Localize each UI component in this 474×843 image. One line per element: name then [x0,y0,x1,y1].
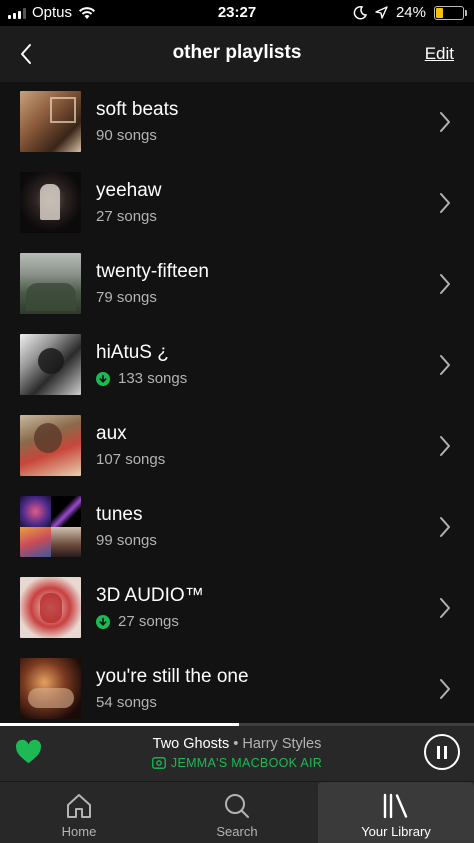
playlist-title: hiAtuS ¿ [96,342,169,363]
track-separator: • [229,736,243,752]
chevron-right-icon [440,436,450,456]
song-count-label: 99 songs [96,532,157,549]
tab-your-library[interactable]: Your Library [318,782,474,843]
list-item[interactable]: you're still the one 54 songs [0,649,474,730]
list-item[interactable]: 3D AUDIO™ 27 songs [0,568,474,649]
playlist-cover [20,415,81,476]
playlist-song-count: 27 songs [96,613,179,630]
playlist-song-count: 99 songs [96,532,157,549]
chevron-right-icon [440,355,450,375]
playlist-list: soft beats 90 songs yeehaw 27 songs twen… [0,82,474,730]
device-name: JEMMA'S MACBOOK AIR [170,756,323,770]
playlist-cover [20,172,81,233]
song-count-label: 54 songs [96,694,157,711]
status-bar: Optus 23:27 24% [0,0,474,26]
song-count-label: 90 songs [96,127,157,144]
playlist-title: you're still the one [96,666,249,687]
downloaded-icon [96,614,110,629]
playlist-cover [20,334,81,395]
chevron-right-icon [440,274,450,294]
moon-icon [353,5,367,19]
playlist-song-count: 79 songs [96,289,157,306]
track-artist: Harry Styles [242,736,322,752]
now-playing-bar[interactable]: Two Ghosts • Harry Styles JEMMA'S MACBOO… [0,726,474,781]
battery-icon [434,5,467,20]
playlist-title: tunes [96,504,143,525]
tab-label: Your Library [361,824,431,839]
chevron-right-icon [440,112,450,132]
playlist-title: yeehaw [96,180,162,201]
library-icon [383,793,408,819]
playlist-title: twenty-fifteen [96,261,209,282]
status-right: 24% [353,4,467,21]
playlist-song-count: 27 songs [96,208,157,225]
battery-percent: 24% [395,4,426,21]
nav-bar: other playlists Edit [0,26,474,82]
list-item[interactable]: aux 107 songs [0,406,474,487]
playlist-song-count: 54 songs [96,694,157,711]
chevron-right-icon [440,679,450,699]
tab-label: Search [216,824,258,839]
song-count-label: 107 songs [96,451,166,468]
tab-search[interactable]: Search [158,782,316,843]
home-icon [67,794,91,818]
playlist-title: soft beats [96,99,179,120]
playlist-title: 3D AUDIO™ [96,585,204,606]
pause-icon [437,745,440,759]
speaker-icon [152,757,166,769]
pause-button[interactable] [424,734,460,770]
list-item[interactable]: yeehaw 27 songs [0,163,474,244]
song-count-label: 27 songs [118,613,179,630]
playlist-cover [20,658,81,719]
connected-device[interactable]: JEMMA'S MACBOOK AIR [0,756,474,770]
battery-level [436,7,443,18]
location-icon [375,6,388,19]
playlist-cover [20,91,81,152]
song-count-label: 133 songs [118,370,188,387]
playlist-song-count: 107 songs [96,451,165,468]
list-item[interactable]: soft beats 90 songs [0,82,474,163]
tab-bar: Home Search Your Library [0,781,474,843]
search-icon [225,794,249,818]
playlist-title: aux [96,423,127,444]
playlist-cover [20,496,81,557]
list-item[interactable]: twenty-fifteen 79 songs [0,244,474,325]
now-playing-track-info: Two Ghosts • Harry Styles [0,736,474,752]
track-title: Two Ghosts [152,736,230,752]
playlist-cover [20,253,81,314]
chevron-right-icon [440,193,450,213]
song-count-label: 79 songs [96,289,157,306]
list-item[interactable]: tunes 99 songs [0,487,474,568]
chevron-right-icon [440,517,450,537]
edit-button[interactable]: Edit [425,44,454,64]
playlist-cover [20,577,81,638]
playlist-song-count: 90 songs [96,127,157,144]
playlist-song-count: 133 songs [96,370,187,387]
tab-home[interactable]: Home [0,782,158,843]
chevron-right-icon [440,598,450,618]
tab-label: Home [61,824,97,839]
downloaded-icon [96,371,110,386]
song-count-label: 27 songs [96,208,157,225]
page-title: other playlists [172,42,302,63]
list-item[interactable]: hiAtuS ¿ 133 songs [0,325,474,406]
